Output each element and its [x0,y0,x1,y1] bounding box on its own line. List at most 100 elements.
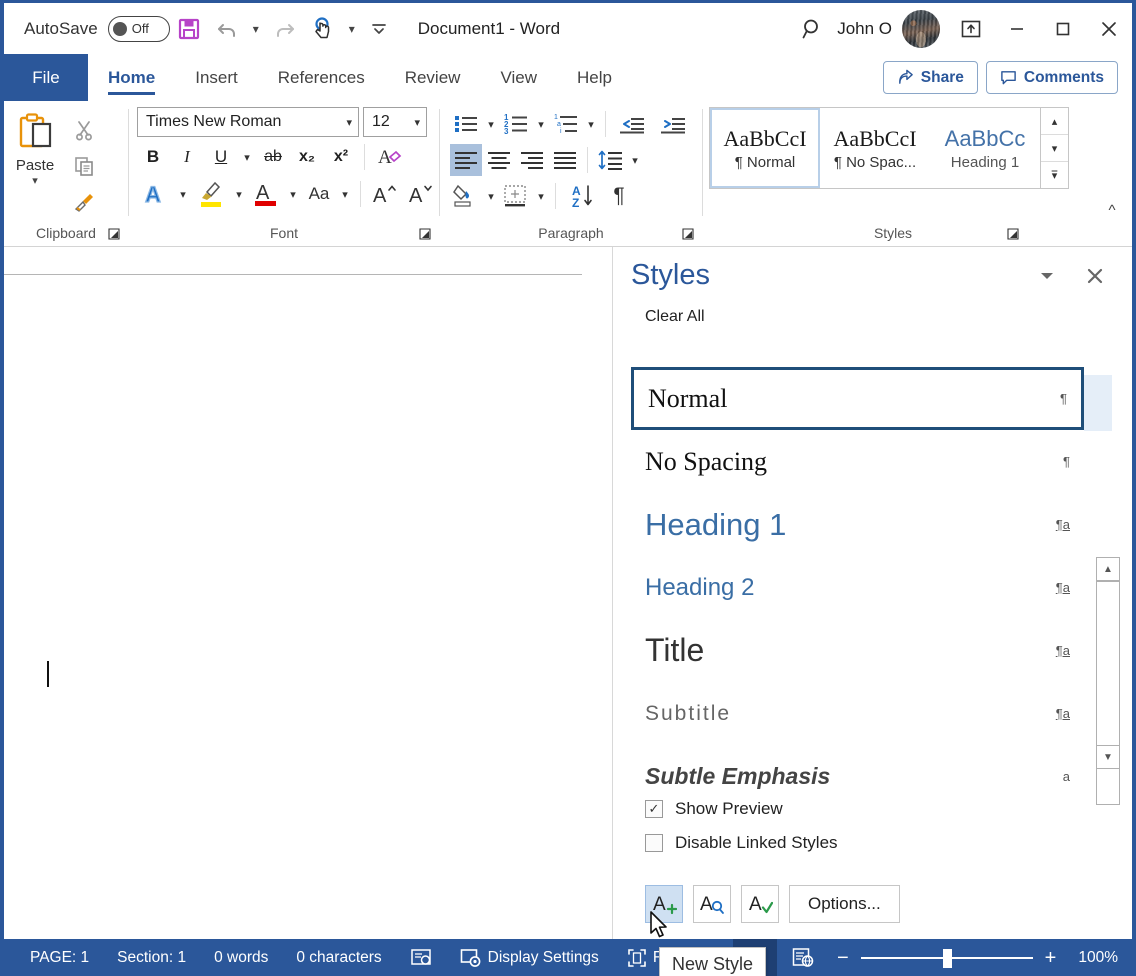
bullets-button[interactable] [450,108,482,140]
align-right-button[interactable] [516,144,548,176]
change-case-button[interactable]: Aa [303,177,335,211]
status-word-count[interactable]: 0 words [200,949,282,967]
zoom-track[interactable] [860,948,1033,968]
style-item-normal[interactable]: Normal ¶ [631,367,1084,430]
styles-dialog-launcher[interactable] [1005,226,1021,242]
pane-close-icon[interactable] [1082,263,1108,289]
user-name[interactable]: John O [837,19,902,39]
zoom-thumb[interactable] [942,948,952,968]
font-name-combo[interactable]: Times New Roman ▾ [137,107,359,137]
clear-all-button[interactable]: Clear All [617,292,1132,338]
shading-button[interactable] [450,180,482,212]
show-preview-row[interactable]: ✓ Show Preview [645,799,838,819]
borders-button[interactable] [500,180,532,212]
status-character-count[interactable]: 0 characters [282,949,395,967]
underline-dropdown-icon[interactable]: ▾ [239,140,255,174]
font-color-button[interactable]: A [249,177,283,211]
tab-review[interactable]: Review [385,54,481,101]
show-preview-checkbox[interactable]: ✓ [645,800,663,818]
change-case-dropdown-icon[interactable]: ▾ [337,177,353,211]
text-effects-dropdown-icon[interactable]: ▾ [175,177,191,211]
style-item-title[interactable]: Title ¶a [631,619,1084,682]
style-item-subtitle[interactable]: Subtitle ¶a [631,682,1084,745]
display-settings-button[interactable]: Display Settings [446,947,613,969]
show-formatting-marks-button[interactable]: ¶ [603,180,635,212]
line-spacing-dropdown-icon[interactable]: ▾ [627,143,643,177]
scroll-down-icon[interactable]: ▼ [1096,745,1120,769]
pane-options-chevron-icon[interactable] [1034,263,1060,289]
line-spacing-button[interactable] [594,144,626,176]
avatar[interactable] [902,9,940,48]
comments-button[interactable]: Comments [985,61,1118,94]
web-layout-view-button[interactable] [781,939,825,976]
clipboard-dialog-launcher[interactable] [106,226,122,242]
sort-button[interactable]: A Z [562,180,602,212]
undo-dropdown-icon[interactable]: ▾ [246,10,266,48]
save-icon[interactable] [170,10,208,48]
customize-qat-icon[interactable] [362,10,396,48]
paste-dropdown-icon[interactable]: ▾ [32,174,38,187]
align-left-button[interactable] [450,144,482,176]
status-page[interactable]: PAGE: 1 [16,949,103,967]
zoom-level[interactable]: 100% [1068,949,1118,967]
borders-dropdown-icon[interactable]: ▾ [533,179,549,213]
touch-mode-dropdown-icon[interactable]: ▾ [342,10,362,48]
font-size-combo[interactable]: 12 ▾ [363,107,427,137]
multilevel-dropdown-icon[interactable]: ▾ [583,107,599,141]
multilevel-list-button[interactable]: 1 a i [550,108,582,140]
paragraph-dialog-launcher[interactable] [680,226,696,242]
tab-insert[interactable]: Insert [175,54,258,101]
disable-linked-styles-checkbox[interactable] [645,834,663,852]
disable-linked-styles-row[interactable]: Disable Linked Styles [645,833,838,853]
document-canvas[interactable] [4,247,612,939]
grow-font-button[interactable]: A [368,177,402,211]
scrollbar-thumb[interactable] [1096,581,1120,805]
ribbon-display-options-icon[interactable] [948,3,994,54]
clear-formatting-button[interactable]: A [372,140,406,174]
search-icon[interactable] [789,3,837,54]
underline-button[interactable]: U [205,140,237,174]
paste-button[interactable]: Paste ▾ [4,107,66,187]
style-item-no-spacing[interactable]: No Spacing ¶ [631,430,1084,493]
highlight-dropdown-icon[interactable]: ▾ [231,177,247,211]
italic-button[interactable]: I [171,140,203,174]
cut-button[interactable] [66,113,102,147]
minimize-button[interactable] [994,3,1040,54]
tab-references[interactable]: References [258,54,385,101]
close-button[interactable] [1086,3,1132,54]
zoom-slider[interactable]: − + [829,948,1064,968]
tab-home[interactable]: Home [88,54,175,101]
style-item-heading-2[interactable]: Heading 2 ¶a [631,556,1084,619]
subscript-button[interactable]: x₂ [291,140,323,174]
autosave-toggle[interactable]: Off [107,15,170,42]
status-section[interactable]: Section: 1 [103,949,200,967]
zoom-in-button[interactable]: + [1045,948,1057,968]
format-painter-button[interactable] [66,185,102,219]
tab-help[interactable]: Help [557,54,632,101]
proofing-status-button[interactable] [396,947,446,969]
copy-button[interactable] [66,149,102,183]
collapse-ribbon-icon[interactable]: ^ [1100,198,1124,222]
strikethrough-button[interactable]: ab [257,140,289,174]
style-inspector-button[interactable]: A [693,885,731,923]
superscript-button[interactable]: x² [325,140,357,174]
align-center-button[interactable] [483,144,515,176]
maximize-button[interactable] [1040,3,1086,54]
text-effects-button[interactable]: A [137,177,173,211]
undo-icon[interactable] [208,10,246,48]
font-dialog-launcher[interactable] [417,226,433,242]
numbering-dropdown-icon[interactable]: ▾ [533,107,549,141]
styles-list-scrollbar[interactable]: ▲ ▼ [1096,557,1120,805]
font-color-dropdown-icon[interactable]: ▾ [285,177,301,211]
gallery-item-no-spacing[interactable]: AaBbCcI ¶ No Spac... [820,108,930,188]
gallery-more-icon[interactable]: ▾̅ [1041,162,1068,188]
style-item-heading-1[interactable]: Heading 1 ¶a [631,493,1084,556]
styles-options-button[interactable]: Options... [789,885,900,923]
share-button[interactable]: Share [882,61,978,94]
scroll-up-icon[interactable]: ▲ [1096,557,1120,581]
gallery-item-heading-1[interactable]: AaBbCc Heading 1 [930,108,1040,188]
tab-view[interactable]: View [480,54,557,101]
decrease-indent-button[interactable] [612,108,652,140]
zoom-out-button[interactable]: − [837,948,849,968]
shrink-font-button[interactable]: A [404,177,438,211]
